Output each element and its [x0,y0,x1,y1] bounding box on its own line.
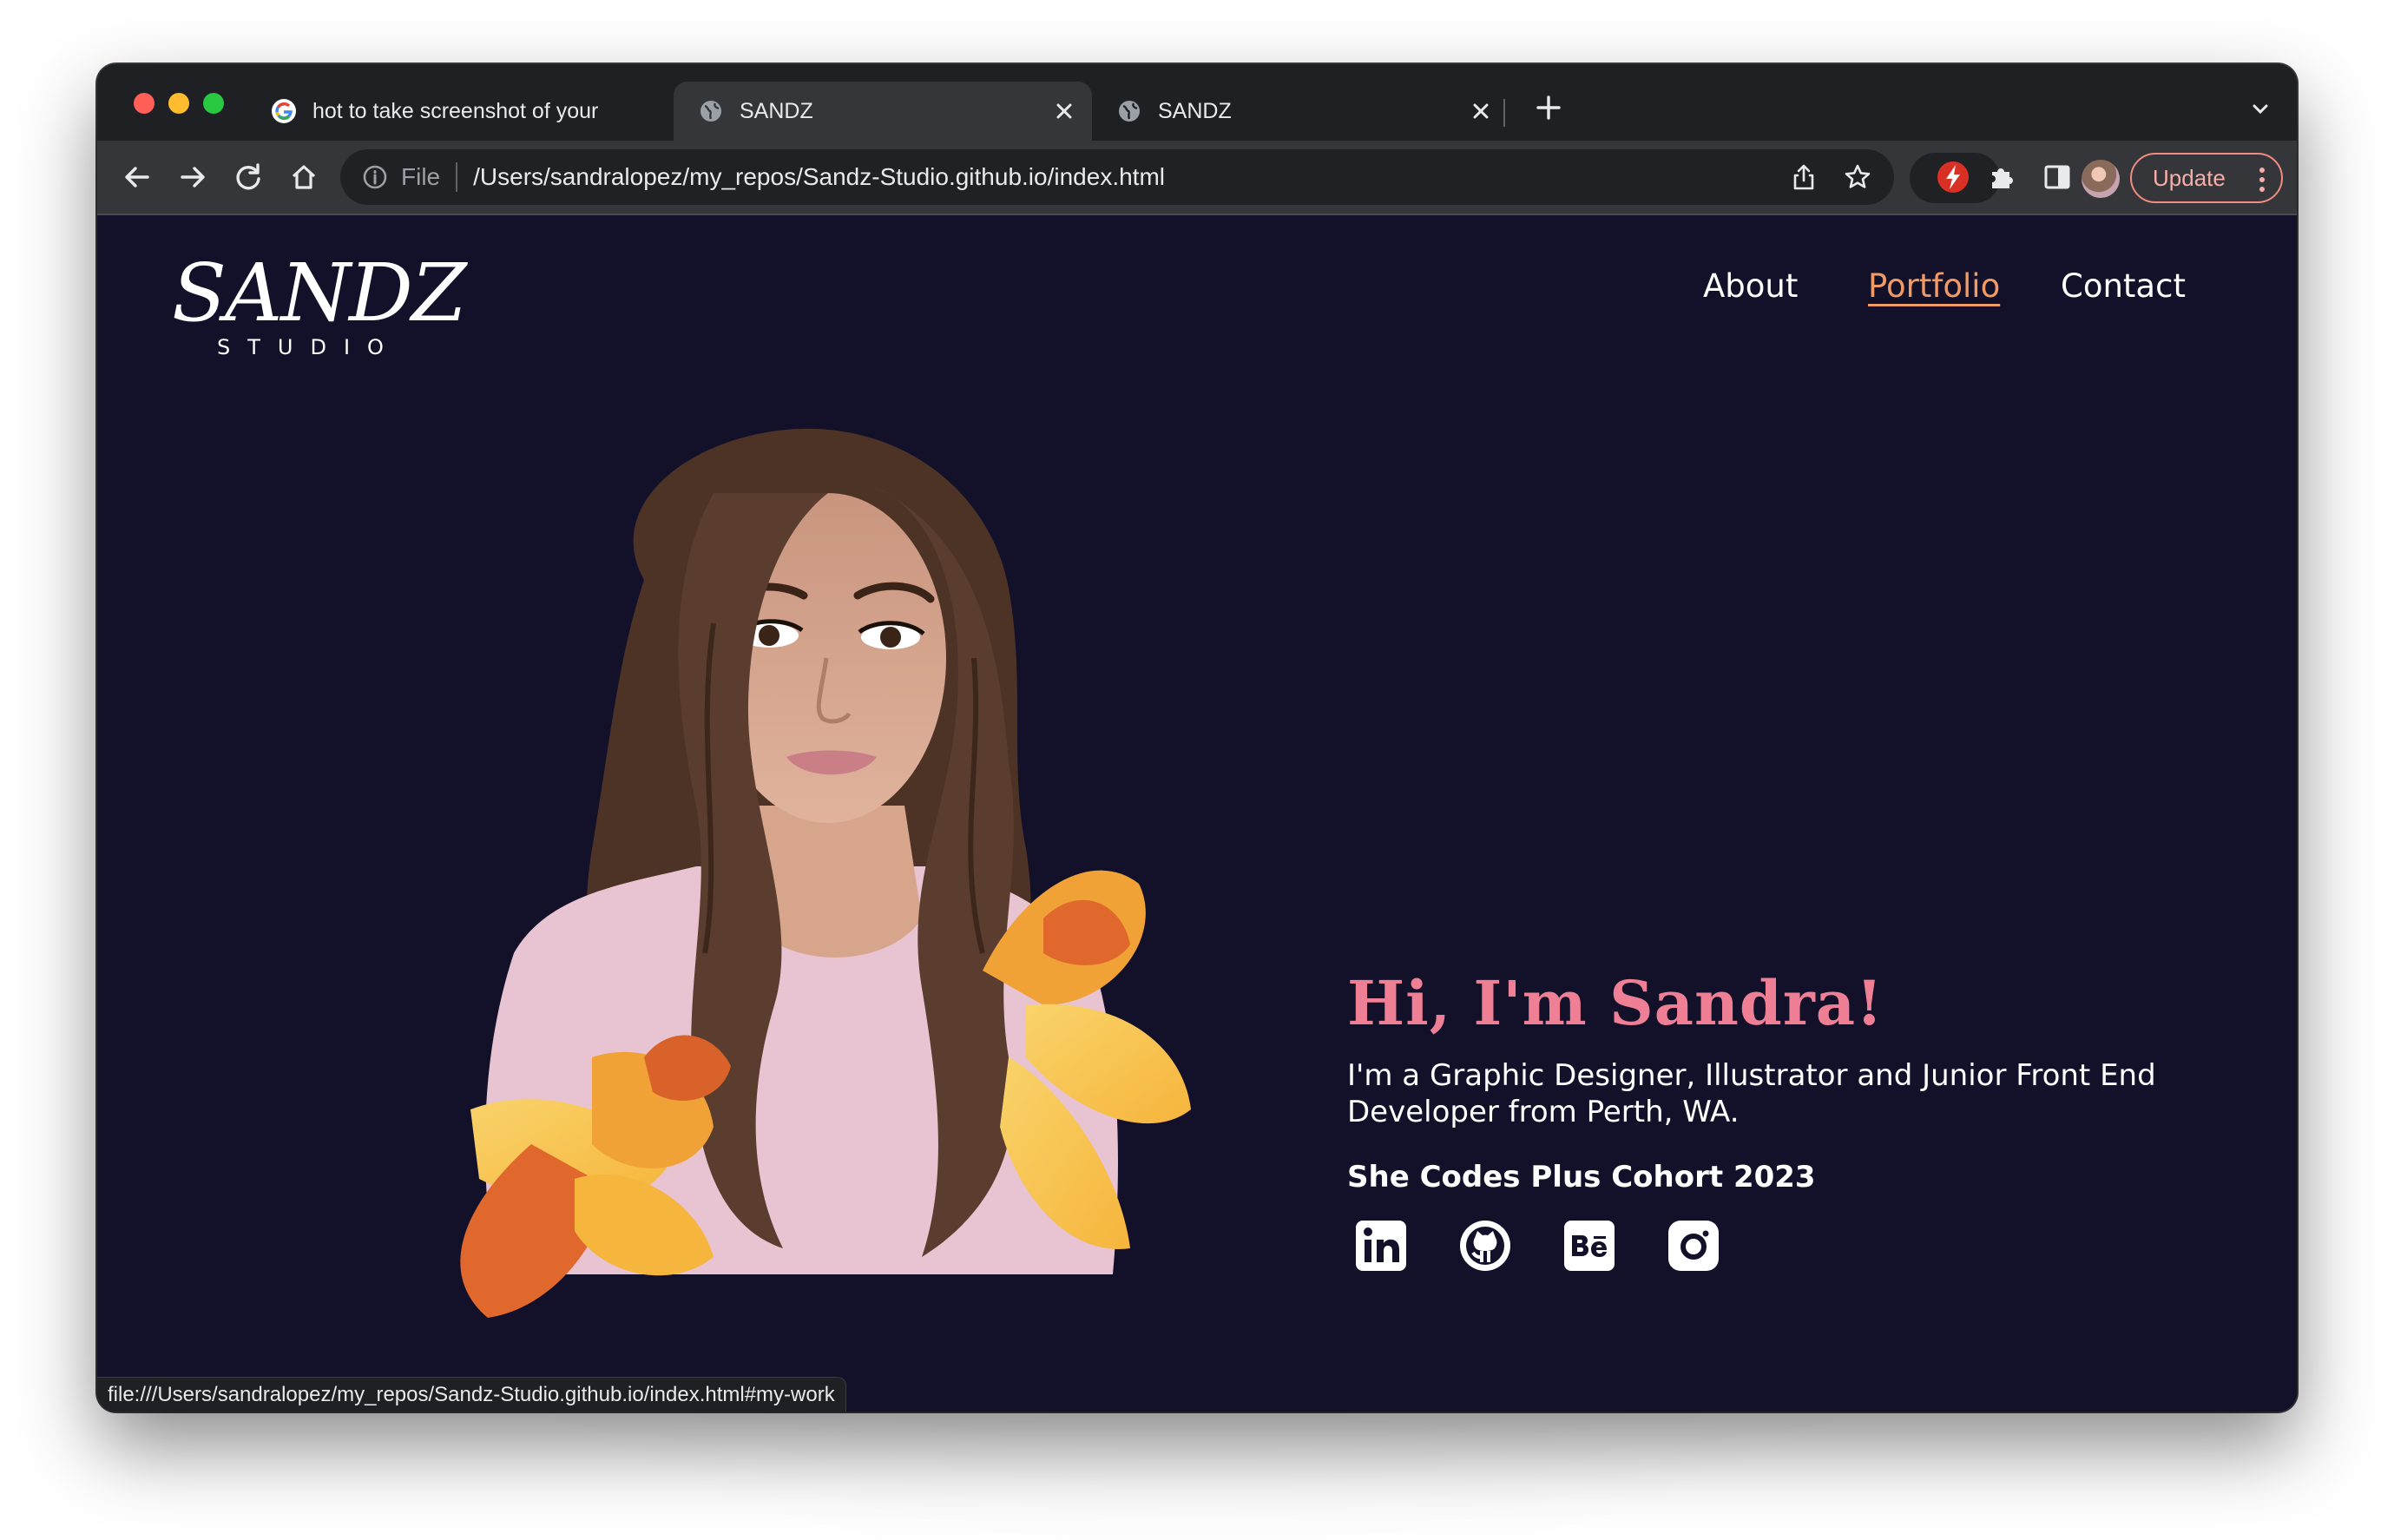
github-icon[interactable] [1458,1219,1512,1273]
bookmark-star-icon[interactable] [1842,161,1873,193]
nav-link-portfolio[interactable]: Portfolio [1868,267,2000,305]
maximize-window-button[interactable] [203,93,224,114]
reload-icon[interactable] [231,160,266,194]
profile-avatar[interactable] [2082,160,2120,198]
side-panel-icon[interactable] [2040,160,2075,194]
tab-search-chevron-down-icon[interactable] [2248,97,2272,122]
linkedin-icon[interactable] [1354,1219,1408,1273]
home-icon[interactable] [286,160,321,194]
address-divider [456,162,458,192]
tab-sandz-active[interactable]: SANDZ [674,82,1092,141]
more-menu-dots-icon[interactable] [2259,167,2266,193]
tab-separator [1503,99,1505,127]
tab-title: SANDZ [740,98,813,123]
instagram-icon[interactable] [1667,1219,1720,1273]
hero-description: I'm a Graphic Designer, Illustrator and … [1347,1058,2156,1129]
globe-icon [700,101,721,122]
globe-icon [1119,101,1140,122]
site-info-icon[interactable] [361,163,389,191]
update-button[interactable]: Update [2130,153,2283,203]
behance-icon[interactable] [1562,1219,1616,1273]
social-links [1354,1219,2198,1273]
minimize-window-button[interactable] [168,93,189,114]
hero-cohort: She Codes Plus Cohort 2023 [1347,1160,1816,1194]
close-window-button[interactable] [134,93,155,114]
tab-title: hot to take screenshot of your [312,98,599,123]
portrait-illustration [460,428,1191,1318]
browser-toolbar: File /Users/sandralopez/my_repos/Sandz-S… [97,141,2297,215]
back-arrow-icon[interactable] [120,160,155,194]
logo-subtitle: STUDIO [217,335,401,359]
address-scheme-label: File [401,163,441,190]
google-icon [272,99,296,123]
tab-title: SANDZ [1158,98,1232,123]
tab-sandz[interactable]: SANDZ [1092,82,1509,141]
hero-section: Hi, I'm Sandra! I'm a Graphic Designer, … [1347,967,2198,1273]
status-bar-url: file:///Users/sandralopez/my_repos/Sandz… [97,1377,846,1412]
hero-title: Hi, I'm Sandra! [1347,967,1884,1039]
share-icon[interactable] [1788,161,1819,193]
nav-link-about[interactable]: About [1703,267,1798,305]
web-page: SANDZ STUDIO About Portfolio Contact Hi,… [97,215,2297,1412]
logo-wordmark: SANDZ [172,247,467,339]
extension-bolt-icon[interactable] [1934,158,1972,196]
close-tab-icon[interactable] [1052,99,1076,123]
extensions-puzzle-icon[interactable] [1984,160,2019,194]
update-label: Update [2153,164,2226,191]
close-tab-icon[interactable] [1469,99,1493,123]
address-url[interactable]: /Users/sandralopez/my_repos/Sandz-Studio… [473,163,1165,191]
tab-strip: hot to take screenshot of your SANDZ SAN… [97,64,2297,141]
address-bar[interactable]: File /Users/sandralopez/my_repos/Sandz-S… [340,149,1894,205]
browser-window: hot to take screenshot of your SANDZ SAN… [97,64,2297,1412]
new-tab-plus-icon[interactable] [1531,90,1566,125]
site-logo[interactable]: SANDZ STUDIO [172,247,467,372]
nav-link-contact[interactable]: Contact [2061,267,2186,305]
forward-arrow-icon[interactable] [175,160,210,194]
